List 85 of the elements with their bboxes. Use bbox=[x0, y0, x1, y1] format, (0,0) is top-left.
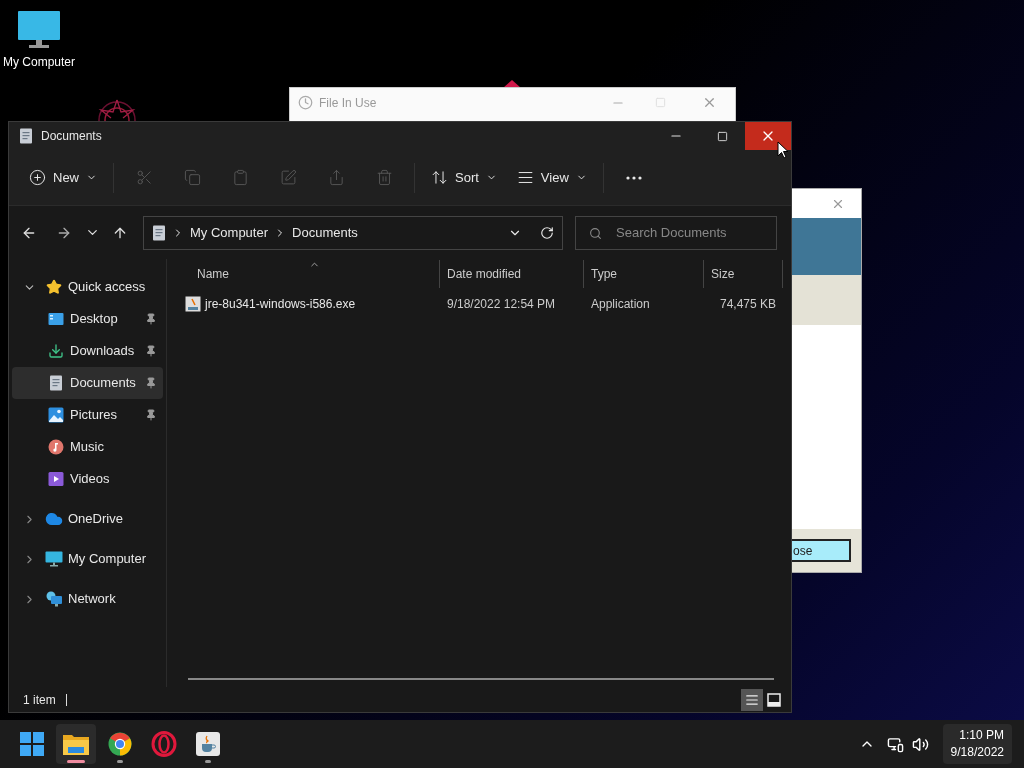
document-icon bbox=[49, 375, 63, 391]
sidebar-item[interactable]: Documents bbox=[12, 367, 163, 399]
search-field[interactable]: Search Documents bbox=[575, 215, 777, 250]
sidebar-label: Network bbox=[68, 590, 117, 609]
picture-icon bbox=[48, 407, 64, 423]
view-button[interactable]: View bbox=[506, 159, 597, 196]
mouse-cursor-icon bbox=[777, 141, 789, 159]
network-icon bbox=[45, 591, 63, 607]
close-button[interactable] bbox=[745, 122, 791, 150]
sidebar-label: Downloads bbox=[70, 342, 136, 361]
window-title: Documents bbox=[41, 128, 103, 145]
sidebar-item[interactable]: Pictures bbox=[12, 399, 163, 431]
installer-icon bbox=[185, 296, 201, 312]
folder-icon bbox=[63, 733, 89, 755]
sidebar-label: Desktop bbox=[70, 310, 119, 329]
document-icon bbox=[19, 128, 33, 144]
flower-drawing bbox=[95, 98, 139, 122]
window-title: File In Use bbox=[319, 94, 378, 112]
details-view-button[interactable] bbox=[741, 688, 763, 711]
taskbar-app[interactable] bbox=[56, 724, 96, 764]
cloud-icon bbox=[45, 510, 63, 528]
sidebar-item[interactable]: My Computer bbox=[12, 543, 163, 575]
sidebar-label: Music bbox=[70, 438, 105, 457]
address-bar[interactable]: My Computer Documents bbox=[143, 215, 563, 250]
close-icon[interactable] bbox=[702, 95, 717, 110]
close-button[interactable]: ose bbox=[792, 539, 851, 562]
column-header[interactable]: Type bbox=[583, 260, 703, 288]
sidebar-label: Quick access bbox=[68, 278, 147, 297]
music-icon bbox=[48, 439, 64, 455]
sidebar-item[interactable]: Downloads bbox=[12, 335, 163, 367]
maximize-icon bbox=[716, 130, 728, 142]
sidebar-label: Documents bbox=[70, 374, 137, 393]
file-type: Application bbox=[590, 296, 651, 313]
monitor-icon bbox=[17, 10, 61, 50]
dialog-header-band bbox=[792, 218, 861, 275]
sidebar-label: My Computer bbox=[68, 550, 148, 569]
status-text: 1 item bbox=[23, 691, 56, 709]
column-header[interactable]: Name bbox=[179, 260, 439, 288]
sidebar-item[interactable]: Network bbox=[12, 583, 163, 615]
sidebar-item[interactable]: Desktop bbox=[12, 303, 163, 335]
sidebar-item[interactable]: Music bbox=[12, 431, 163, 463]
sidebar-item[interactable]: Quick access bbox=[12, 271, 163, 303]
pin-icon[interactable] bbox=[145, 409, 157, 421]
new-button[interactable]: New bbox=[19, 159, 107, 196]
sidebar-label: Pictures bbox=[70, 406, 118, 425]
sidebar-item[interactable]: OneDrive bbox=[12, 503, 163, 535]
video-icon bbox=[48, 471, 64, 487]
clock-icon bbox=[298, 95, 313, 110]
download-icon bbox=[48, 343, 64, 359]
dialog-info-band bbox=[792, 275, 861, 325]
browser-icon bbox=[108, 732, 132, 756]
sidebar-item[interactable]: Videos bbox=[12, 463, 163, 495]
clock[interactable]: 1:10 PM 9/18/2022 bbox=[942, 724, 1012, 764]
ring-icon bbox=[151, 731, 177, 757]
clock-time: 1:10 PM bbox=[959, 727, 1004, 744]
volume-icon[interactable] bbox=[911, 735, 929, 753]
file-date: 9/18/2022 12:54 PM bbox=[446, 296, 557, 313]
breadcrumb-item[interactable]: My Computer bbox=[190, 222, 269, 243]
cup-icon bbox=[196, 732, 220, 756]
monitor-icon bbox=[45, 551, 63, 567]
clock-date: 9/18/2022 bbox=[950, 744, 1004, 761]
search-icon bbox=[589, 226, 602, 240]
horizontal-scrollbar[interactable] bbox=[188, 678, 774, 680]
file-name: jre-8u341-windows-i586.exe bbox=[205, 296, 356, 313]
tiles-icon bbox=[767, 692, 781, 707]
file-row[interactable]: jre-8u341-windows-i586.exe 9/18/2022 12:54 PM Application 74,475 KB bbox=[167, 288, 791, 320]
column-header[interactable]: Size bbox=[703, 260, 783, 288]
desktop-icon[interactable]: My Computer bbox=[0, 10, 78, 71]
column-header[interactable]: Date modified bbox=[439, 260, 583, 288]
sort-button[interactable]: Sort bbox=[421, 159, 507, 196]
network-status-icon[interactable] bbox=[886, 735, 904, 753]
pin-icon[interactable] bbox=[145, 377, 157, 389]
pin-icon[interactable] bbox=[145, 313, 157, 325]
list-icon bbox=[745, 692, 759, 707]
pin-icon[interactable] bbox=[145, 345, 157, 357]
windows-logo-icon bbox=[20, 732, 44, 756]
breadcrumb-item[interactable]: Documents bbox=[292, 222, 358, 243]
sidebar-label: Videos bbox=[70, 470, 111, 489]
sidebar-label: OneDrive bbox=[68, 510, 124, 529]
star-icon bbox=[46, 279, 62, 295]
refresh-icon[interactable] bbox=[540, 225, 554, 240]
file-size: 74,475 KB bbox=[718, 296, 777, 313]
document-icon bbox=[152, 224, 166, 241]
desktop-icon-label: My Computer bbox=[3, 54, 75, 71]
desktop-icon bbox=[48, 312, 64, 326]
